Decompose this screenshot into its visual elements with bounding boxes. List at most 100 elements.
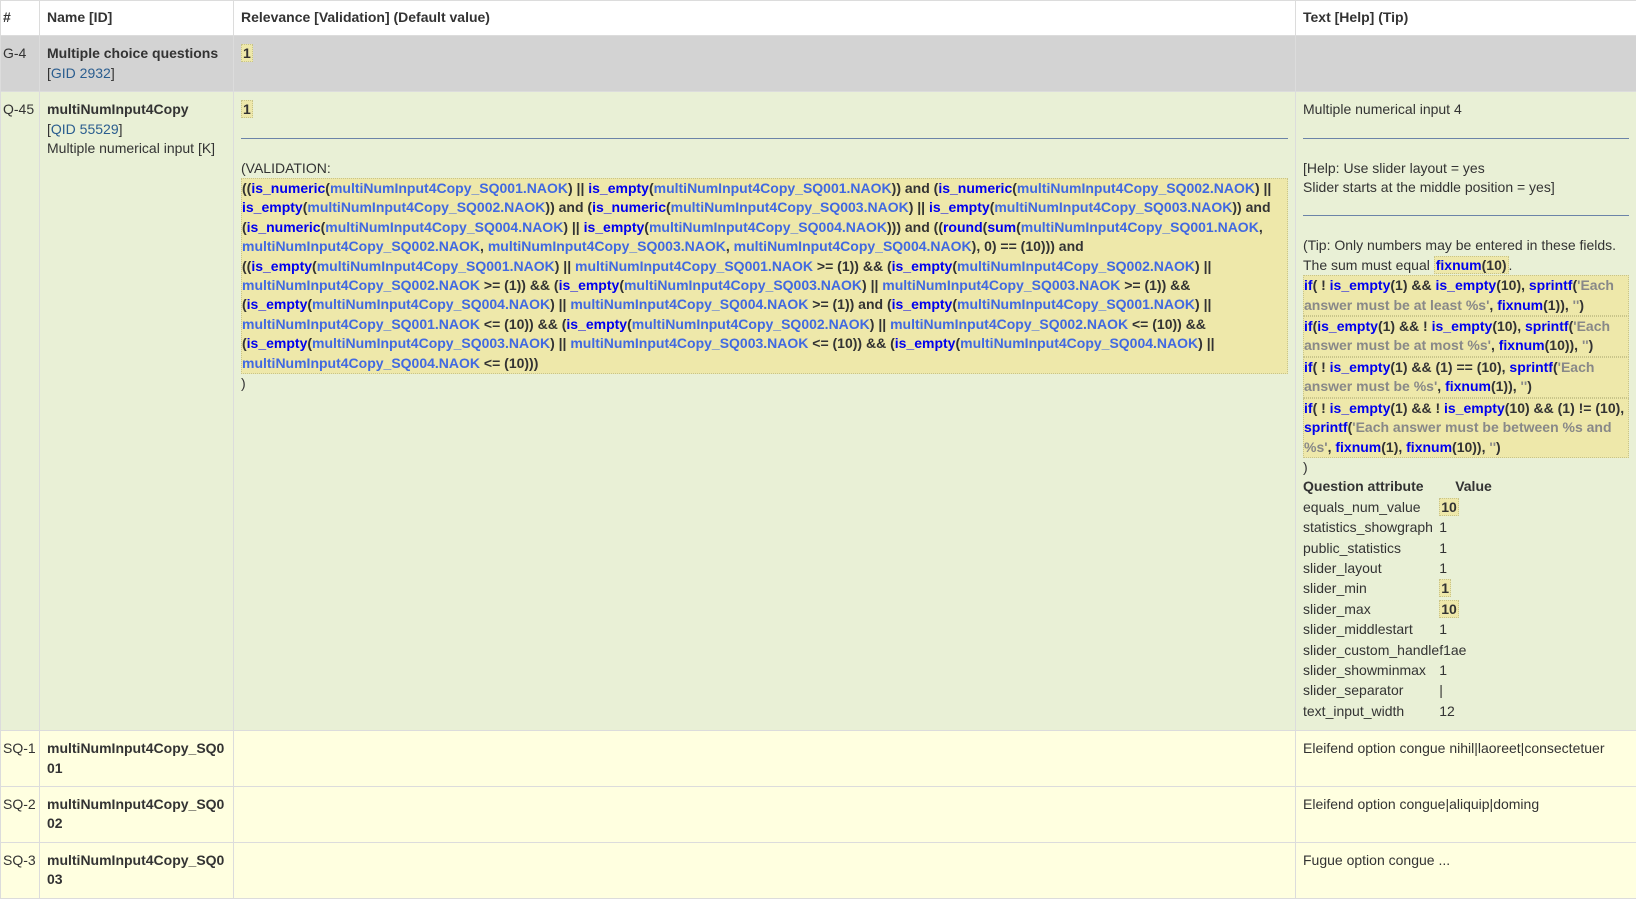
subquestion-num: SQ-3 bbox=[1, 842, 40, 898]
expr-function: is_empty bbox=[242, 199, 303, 215]
group-row: G-4 Multiple choice questions [GID 2932]… bbox=[1, 36, 1636, 92]
subquestion-name: multiNumInput4Copy_SQ001 bbox=[40, 731, 234, 787]
expr-function: fixnum bbox=[1436, 257, 1482, 273]
attribute-value-cell: f1ae bbox=[1439, 641, 1492, 661]
expr-operator: ))) and (( bbox=[887, 219, 943, 235]
question-relevance-cell: 1 (VALIDATION: ((is_numeric(multiNumInpu… bbox=[234, 92, 1296, 731]
expr-function: sprintf bbox=[1525, 318, 1569, 334]
group-name: Multiple choice questions bbox=[47, 44, 226, 63]
attribute-row: slider_layout1 bbox=[1303, 559, 1492, 579]
expr-variable[interactable]: multiNumInput4Copy_SQ003.NAOK bbox=[994, 199, 1232, 215]
logic-table: # Name [ID] Relevance [Validation] (Defa… bbox=[0, 0, 1636, 899]
expr-variable[interactable]: multiNumInput4Copy_SQ003.NAOK bbox=[671, 199, 909, 215]
expr-variable[interactable]: multiNumInput4Copy_SQ002.NAOK bbox=[632, 316, 870, 332]
group-id-link[interactable]: GID 2932 bbox=[51, 65, 111, 81]
attribute-value: 1 bbox=[1439, 519, 1447, 535]
attr-header-value: Value bbox=[1439, 477, 1492, 497]
expr-operator: ) || bbox=[1195, 296, 1211, 312]
validation-close: ) bbox=[241, 374, 1288, 393]
attribute-name: text_input_width bbox=[1303, 702, 1439, 722]
tip-expression: if( ! is_empty(1) && ! is_empty(10) && (… bbox=[1303, 398, 1629, 458]
attribute-value-cell: 1 bbox=[1439, 539, 1492, 559]
expr-variable[interactable]: multiNumInput4Copy_SQ001.NAOK bbox=[1021, 219, 1259, 235]
expr-variable[interactable]: multiNumInput4Copy_SQ004.NAOK bbox=[649, 219, 887, 235]
group-num: G-4 bbox=[1, 36, 40, 92]
attribute-value-cell: 10 bbox=[1439, 498, 1492, 518]
expr-function: sprintf bbox=[1529, 277, 1573, 293]
group-name-cell: Multiple choice questions [GID 2932] bbox=[40, 36, 234, 92]
expr-variable[interactable]: multiNumInput4Copy_SQ001.NAOK bbox=[575, 258, 813, 274]
expr-function: sprintf bbox=[1509, 359, 1553, 375]
expr-variable[interactable]: multiNumInput4Copy_SQ003.NAOK bbox=[312, 335, 550, 351]
expr-function: fixnum bbox=[1335, 439, 1381, 455]
expr-function: is_empty bbox=[1436, 277, 1497, 293]
expr-function: fixnum bbox=[1499, 337, 1545, 353]
attribute-name: slider_layout bbox=[1303, 559, 1439, 579]
expr-function: is_empty bbox=[247, 296, 308, 312]
divider bbox=[1303, 138, 1629, 139]
attribute-value: 12 bbox=[1439, 703, 1455, 719]
attribute-value-cell: 1 bbox=[1439, 620, 1492, 640]
col-header-name: Name [ID] bbox=[40, 1, 234, 36]
expr-operator: (10), bbox=[1492, 318, 1525, 334]
expr-variable[interactable]: multiNumInput4Copy_SQ004.NAOK bbox=[325, 219, 563, 235]
expr-operator: ) || bbox=[568, 180, 588, 196]
subquestion-row: SQ-2multiNumInput4Copy_SQ002Eleifend opt… bbox=[1, 787, 1636, 843]
expr-variable[interactable]: multiNumInput4Copy_SQ001.NAOK bbox=[242, 316, 480, 332]
expr-operator: (10)), bbox=[1452, 439, 1489, 455]
expr-function: fixnum bbox=[1445, 378, 1491, 394]
question-relevance: 1 bbox=[241, 100, 253, 118]
expr-operator: >= (1)) and ( bbox=[808, 296, 891, 312]
attribute-row: text_input_width12 bbox=[1303, 702, 1492, 722]
group-relevance-cell: 1 bbox=[234, 36, 1296, 92]
expr-variable[interactable]: multiNumInput4Copy_SQ002.NAOK bbox=[1017, 180, 1255, 196]
expr-variable[interactable]: multiNumInput4Copy_SQ002.NAOK bbox=[307, 199, 545, 215]
expr-variable[interactable]: multiNumInput4Copy_SQ003.NAOK bbox=[624, 277, 862, 293]
expr-string: '' bbox=[1582, 337, 1589, 353]
expr-variable[interactable]: multiNumInput4Copy_SQ001.NAOK bbox=[957, 296, 1195, 312]
expr-operator: <= (10))) bbox=[480, 355, 538, 371]
help-line: Slider starts at the middle position = y… bbox=[1303, 178, 1629, 197]
expr-operator: , bbox=[1491, 337, 1499, 353]
expr-variable[interactable]: multiNumInput4Copy_SQ001.NAOK bbox=[654, 180, 892, 196]
question-row: Q-45 multiNumInput4Copy [QID 55529] Mult… bbox=[1, 92, 1636, 731]
question-id-link[interactable]: QID 55529 bbox=[51, 121, 119, 137]
expr-variable[interactable]: multiNumInput4Copy_SQ004.NAOK bbox=[570, 296, 808, 312]
attribute-value-cell: 10 bbox=[1439, 600, 1492, 620]
expr-variable[interactable]: multiNumInput4Copy_SQ001.NAOK bbox=[317, 258, 555, 274]
expr-variable[interactable]: multiNumInput4Copy_SQ004.NAOK bbox=[312, 296, 550, 312]
expr-operator: ) || bbox=[862, 277, 882, 293]
divider bbox=[241, 138, 1288, 139]
expr-variable[interactable]: multiNumInput4Copy_SQ001.NAOK bbox=[330, 180, 568, 196]
expr-operator: , bbox=[1437, 378, 1445, 394]
expr-function: is_empty bbox=[895, 335, 956, 351]
expr-variable[interactable]: multiNumInput4Copy_SQ003.NAOK bbox=[882, 277, 1120, 293]
question-num: Q-45 bbox=[1, 92, 40, 731]
attribute-row: statistics_showgraph1 bbox=[1303, 518, 1492, 538]
expr-function: if bbox=[1304, 400, 1313, 416]
question-text-cell: Multiple numerical input 4 [Help: Use sl… bbox=[1296, 92, 1636, 731]
expr-variable[interactable]: multiNumInput4Copy_SQ002.NAOK bbox=[242, 277, 480, 293]
attribute-value-cell: 1 bbox=[1439, 559, 1492, 579]
expr-variable[interactable]: multiNumInput4Copy_SQ004.NAOK bbox=[242, 355, 480, 371]
attribute-value: f1ae bbox=[1439, 642, 1466, 658]
expr-function: if bbox=[1304, 277, 1313, 293]
expr-function: is_numeric bbox=[251, 180, 325, 196]
expr-operator: , bbox=[1259, 219, 1263, 235]
expr-operator: ) || bbox=[555, 258, 575, 274]
question-text: Multiple numerical input 4 bbox=[1303, 100, 1629, 119]
expr-variable[interactable]: multiNumInput4Copy_SQ002.NAOK bbox=[957, 258, 1195, 274]
expr-variable[interactable]: multiNumInput4Copy_SQ002.NAOK bbox=[242, 238, 480, 254]
expr-variable[interactable]: multiNumInput4Copy_SQ003.NAOK bbox=[488, 238, 726, 254]
expr-variable[interactable]: multiNumInput4Copy_SQ002.NAOK bbox=[890, 316, 1128, 332]
col-header-text: Text [Help] (Tip) bbox=[1296, 1, 1636, 36]
expr-variable[interactable]: multiNumInput4Copy_SQ004.NAOK bbox=[734, 238, 972, 254]
expr-function: is_empty bbox=[1330, 277, 1391, 293]
expr-variable[interactable]: multiNumInput4Copy_SQ004.NAOK bbox=[960, 335, 1198, 351]
attributes-header: Question attribute Value bbox=[1303, 477, 1492, 497]
expr-operator: )) and ( bbox=[892, 180, 939, 196]
expr-variable[interactable]: multiNumInput4Copy_SQ003.NAOK bbox=[570, 335, 808, 351]
attribute-row: slider_custom_handlef1ae bbox=[1303, 641, 1492, 661]
subquestion-row: SQ-3multiNumInput4Copy_SQ003Fugue option… bbox=[1, 842, 1636, 898]
attribute-value-cell: 1 bbox=[1439, 661, 1492, 681]
